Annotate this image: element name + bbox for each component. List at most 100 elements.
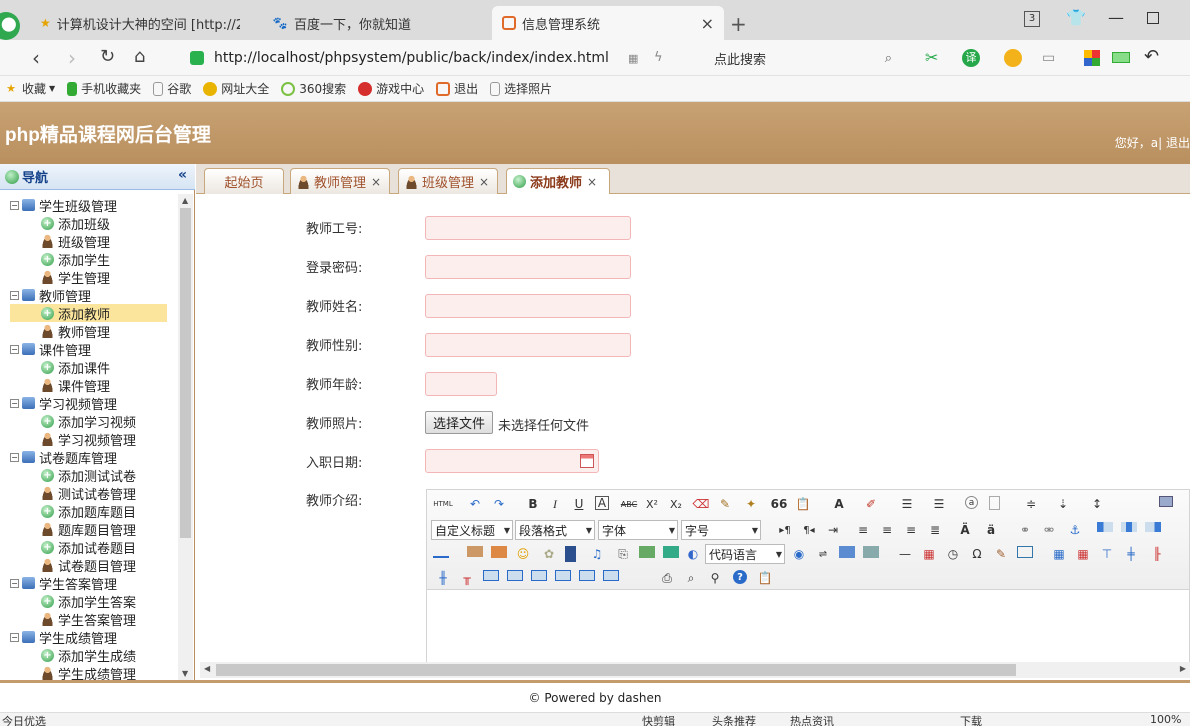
user-greeting[interactable]: 您好，a| 退出 [1115,134,1190,151]
auto-format-icon[interactable]: ✦ [743,496,759,512]
apps-icon[interactable] [1084,50,1100,66]
map-icon[interactable] [639,546,655,558]
simple-upload-icon[interactable] [467,546,483,557]
bookmark-google[interactable]: 谷歌 [153,80,191,97]
strikethrough-button[interactable]: ABC [619,496,639,512]
line-height-icon[interactable]: ≑ [1023,496,1039,512]
font-size-select[interactable]: 字号 ▼ [681,520,761,540]
close-icon[interactable]: × [479,175,489,189]
nav-item[interactable]: 教师管理 [41,322,110,341]
nav-group[interactable]: − 课件管理 [10,340,91,359]
nav-item[interactable]: + 添加学生答案 [41,592,136,611]
italic-button[interactable]: I [547,496,563,512]
scroll-left-icon[interactable]: ◀ [204,664,210,673]
hire-date-input[interactable] [425,449,599,473]
nav-item[interactable]: 测试试卷管理 [41,484,136,503]
row-spacing-icon[interactable]: ↕ [1089,496,1105,512]
split-cols-icon[interactable] [603,570,619,581]
print-icon[interactable]: ⎙ [659,570,675,586]
page-break-icon[interactable]: ⇌ [815,546,831,562]
collapse-toggle-icon[interactable]: − [10,632,19,642]
nav-group[interactable]: − 学生成绩管理 [10,628,117,647]
video-icon[interactable] [565,546,576,562]
unlink-icon[interactable]: ⚮ [1041,522,1057,538]
nav-item[interactable]: + 添加教师 [10,304,167,323]
eraser-icon[interactable]: ⌫ [693,496,710,512]
delete-col-icon[interactable]: ╥ [459,570,475,586]
nav-group[interactable]: − 学生班级管理 [10,196,117,215]
bookmark-games[interactable]: 游戏中心 [358,80,424,97]
page-break-icon[interactable] [989,496,1000,510]
bookmark-favorites[interactable]: ★ 收藏 ▼ [4,80,55,97]
nav-item[interactable]: 学习视频管理 [41,430,136,449]
content-horizontal-scrollbar[interactable]: ◀ ▶ [200,662,1190,678]
nav-item[interactable]: 学生答案管理 [41,610,136,629]
nav-group[interactable]: − 学生答案管理 [10,574,117,593]
nav-item[interactable]: + 添加试卷题目 [41,538,136,557]
help-icon[interactable]: ? [733,570,747,584]
nav-item[interactable]: 课件管理 [41,376,110,395]
split-rows-icon[interactable] [579,570,595,581]
align-left-icon[interactable]: ≡ [855,522,871,538]
nav-item[interactable]: 试卷题目管理 [41,556,136,575]
paragraph-spacing-icon[interactable]: ⇣ [1055,496,1071,512]
gmap-icon[interactable] [663,546,679,558]
image-icon[interactable]: ▭ [1042,50,1055,66]
collapse-toggle-icon[interactable]: − [10,290,19,300]
insert-frame-icon[interactable]: ◐ [685,546,701,562]
image-float-right-icon[interactable] [1145,522,1161,532]
multi-image-icon[interactable] [491,546,507,558]
home-icon[interactable]: ⌂ [134,46,145,67]
status-item[interactable]: 热点资讯 [790,713,834,726]
tab-home[interactable]: 起始页 [204,168,284,194]
link-icon[interactable]: ⚭ [1017,522,1033,538]
collapse-toggle-icon[interactable]: − [10,200,19,210]
close-tab-icon[interactable]: × [701,14,714,33]
tab-count-badge[interactable]: 3 [1024,11,1040,27]
nav-item[interactable]: + 添加学习视频 [41,412,136,431]
ltr-icon[interactable]: ▸¶ [777,522,793,538]
bookmark-photo[interactable]: 选择照片 [490,80,552,97]
collapse-toggle-icon[interactable]: − [10,398,19,408]
bookmark-mobile[interactable]: 手机收藏夹 [67,80,141,97]
browser-tab-baidu[interactable]: 🐾 百度一下，你就知道 [262,6,482,40]
highlight-icon[interactable]: ✐ [863,496,879,512]
anchor-icon[interactable]: ⚓ [1067,522,1083,538]
music-icon[interactable]: ♫ [589,546,605,562]
daily-picks-link[interactable]: 今日优选 [2,713,46,726]
calendar-icon[interactable] [580,454,594,468]
nav-item[interactable]: 班级管理 [41,232,110,251]
undo-icon[interactable]: ↶ [467,496,483,512]
paste-plain-icon[interactable]: 📋 [795,496,811,512]
nav-item[interactable]: 学生成绩管理 [41,664,136,680]
bookmark-logout[interactable]: 退出 [436,80,478,97]
tab-teacher-manage[interactable]: 教师管理 × [290,168,390,194]
indent-icon[interactable]: ⇥ [825,522,841,538]
search-icon[interactable]: ⌕ [885,51,892,66]
browser-logo-icon[interactable] [0,12,20,40]
forward-icon[interactable]: › [68,46,76,70]
scroll-right-icon[interactable]: ▶ [1180,664,1186,673]
image-none-icon[interactable] [433,546,449,558]
tab-class-manage[interactable]: 班级管理 × [398,168,498,194]
search-box[interactable]: 点此搜索 ⌕ [710,45,900,71]
reload-icon[interactable]: ↻ [100,46,115,67]
attachment-icon[interactable]: ⎘ [615,546,631,562]
scroll-down-icon[interactable]: ▼ [182,669,188,678]
scroll-up-icon[interactable]: ▲ [182,196,188,205]
font-family-select[interactable]: 字体 ▼ [598,520,678,540]
sidebar-scrollbar[interactable]: ▲ ▼ [178,194,193,680]
background-icon[interactable] [863,546,879,558]
battery-icon[interactable] [1112,52,1130,63]
url-field[interactable]: http://localhost/phpsystem/public/back/i… [190,45,702,71]
lightning-icon[interactable]: ϟ [654,50,663,65]
choose-file-button[interactable]: 选择文件 [425,411,493,434]
merge-down-icon[interactable] [531,570,547,581]
insert-anchor-icon[interactable]: a [965,496,978,509]
insert-col-icon[interactable]: ╫ [435,570,451,586]
drafts-icon[interactable]: 📋 [757,570,773,586]
close-icon[interactable]: × [587,175,597,189]
font-color-button[interactable]: A [831,496,847,512]
template-icon[interactable] [839,546,855,558]
nav-item[interactable]: + 添加测试试卷 [41,466,136,485]
